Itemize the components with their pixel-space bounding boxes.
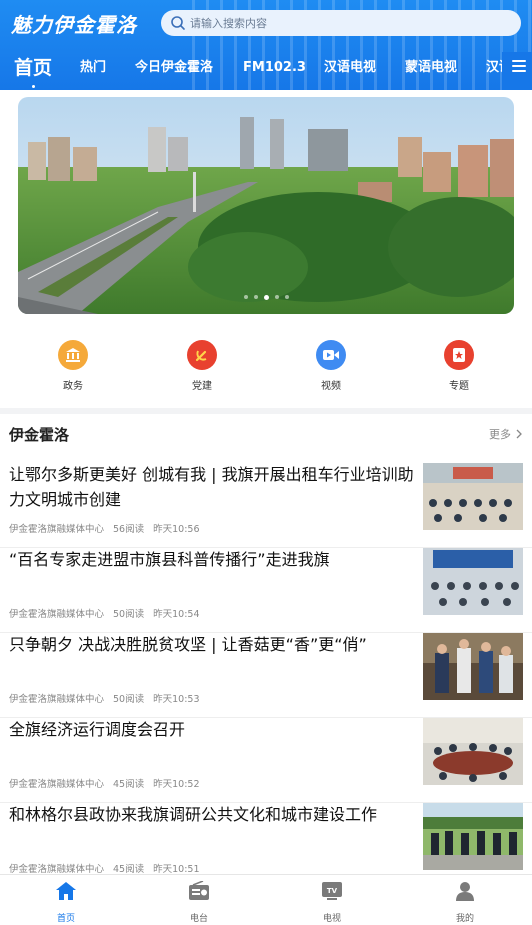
tab-home-label: 首页 [14,57,53,79]
quick-links: 政务 党建 视频 专题 [0,334,532,404]
menu-icon[interactable] [512,60,526,74]
nav-profile-label: 我的 [455,914,474,924]
news-time: 昨天10:56 [153,524,200,535]
search-icon [171,16,185,30]
banner-dot-active[interactable] [263,295,269,300]
news-thumbnail [423,718,523,785]
news-item[interactable]: 只争朝夕 决战决胜脱贫攻坚 | 让香菇更“香”更“俏” 伊金霍洛旗融媒体中心 50… [0,632,532,718]
quick-link-party[interactable]: 党建 [162,334,242,392]
banner-dot[interactable] [253,295,258,299]
news-meta: 伊金霍洛旗融媒体中心 50阅读 昨天10:53 [9,691,209,705]
tab-mongolian-tv[interactable]: 蒙语电视 [405,52,457,90]
news-time: 昨天10:54 [153,609,200,620]
news-meta: 伊金霍洛旗融媒体中心 50阅读 昨天10:54 [9,606,209,620]
quick-link-government[interactable]: 政务 [33,334,113,392]
tab-today[interactable]: 今日伊金霍洛 [135,52,213,90]
tab-active-indicator [32,85,35,88]
government-icon [58,340,88,370]
channel-tabs: 首页 热门 今日伊金霍洛 FM102.3 汉语电视 蒙语电视 汉语 [0,52,532,90]
news-thumbnail [423,463,523,530]
search-bar[interactable]: 请输入搜索内容 [161,10,521,36]
home-icon [56,882,76,900]
news-thumbnail [423,548,523,615]
news-title: 让鄂尔多斯更美好 创城有我 | 我旗开展出租车行业培训助力文明城市创建 [9,465,414,509]
banner-dot[interactable] [274,295,279,299]
video-icon [316,340,346,370]
svg-text:TV: TV [327,887,338,895]
search-placeholder: 请输入搜索内容 [190,17,267,30]
news-title: 和林格尔县政协来我旗调研公共文化和城市建设工作 [9,805,378,824]
topic-icon [444,340,474,370]
banner-pagination [18,295,514,300]
news-item[interactable]: 让鄂尔多斯更美好 创城有我 | 我旗开展出租车行业培训助力文明城市创建 伊金霍洛… [0,462,532,548]
more-label: 更多 [489,428,511,441]
tab-hot[interactable]: 热门 [80,52,106,90]
chevron-right-icon [516,429,522,439]
nav-home[interactable]: 首页 [31,881,101,924]
news-source: 伊金霍洛旗融媒体中心 [9,609,105,620]
nav-tv[interactable]: TV 电视 [297,881,367,924]
news-reads: 50阅读 [113,609,145,620]
tab-fm[interactable]: FM102.3 [243,52,306,90]
banner-dot[interactable] [284,295,289,299]
news-thumbnail [423,633,523,700]
quick-link-label: 党建 [192,381,212,392]
banner-image [18,97,514,314]
banner-dot[interactable] [243,295,248,299]
news-source: 伊金霍洛旗融媒体中心 [9,779,105,790]
tab-home[interactable]: 首页 [14,52,52,90]
quick-link-video[interactable]: 视频 [291,334,371,392]
news-meta: 伊金霍洛旗融媒体中心 45阅读 昨天10:52 [9,776,209,790]
news-reads: 50阅读 [113,694,145,705]
quick-link-label: 政务 [63,381,83,392]
nav-radio[interactable]: 电台 [164,880,234,924]
section-divider [0,408,532,414]
nav-home-label: 首页 [56,914,75,924]
nav-profile[interactable]: 我的 [430,881,500,924]
news-title: 只争朝夕 决战决胜脱贫攻坚 | 让香菇更“香”更“俏” [9,635,367,654]
news-source: 伊金霍洛旗融媒体中心 [9,524,105,535]
nav-radio-label: 电台 [189,914,208,924]
profile-icon [456,882,474,901]
news-title: 全旗经济运行调度会召开 [9,720,186,739]
news-item[interactable]: “百名专家走进盟市旗县科普传播行”走进我旗 伊金霍洛旗融媒体中心 50阅读 昨天10… [0,547,532,633]
banner-carousel[interactable] [18,97,514,314]
section-title: 伊金霍洛 [9,426,70,444]
tab-chinese-tv[interactable]: 汉语电视 [324,52,376,90]
news-source: 伊金霍洛旗融媒体中心 [9,694,105,705]
more-link[interactable]: 更多 [489,426,523,442]
news-time: 昨天10:53 [153,694,200,705]
news-title: “百名专家走进盟市旗县科普传播行”走进我旗 [9,550,330,569]
top-header: 魅力伊金霍洛 请输入搜索内容 首页 热门 今日伊金霍洛 FM102.3 汉语电视… [0,0,532,90]
news-thumbnail [423,803,523,870]
bottom-nav: 首页 电台 TV 电视 我的 [0,874,532,925]
quick-link-label: 专题 [449,381,469,392]
app-logo: 魅力伊金霍洛 [11,13,137,37]
news-reads: 45阅读 [113,779,145,790]
radio-icon [189,880,209,900]
nav-tv-label: 电视 [322,914,341,924]
news-time: 昨天10:52 [153,779,200,790]
quick-link-topic[interactable]: 专题 [419,334,499,392]
news-item[interactable]: 全旗经济运行调度会召开 伊金霍洛旗融媒体中心 45阅读 昨天10:52 [0,717,532,803]
quick-link-label: 视频 [321,381,341,392]
news-reads: 56阅读 [113,524,145,535]
news-meta: 伊金霍洛旗融媒体中心 56阅读 昨天10:56 [9,521,209,535]
news-meta: 伊金霍洛旗融媒体中心 45阅读 昨天10:51 [9,861,209,875]
tv-icon: TV [322,882,342,900]
party-icon [187,340,217,370]
